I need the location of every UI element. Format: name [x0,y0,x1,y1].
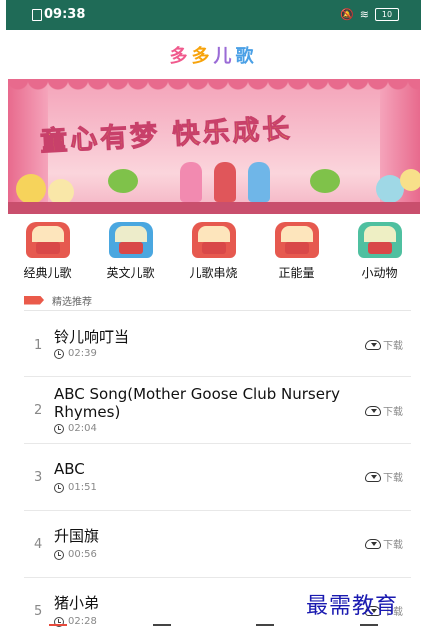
category-icon [274,222,319,258]
song-duration: 00:56 [54,549,97,560]
divider [24,310,411,311]
category-icon [357,222,402,258]
app-screen: 09:38 🔕 ≋ 10 多多儿歌 童心有梦 快乐成长 经典儿歌 英文儿歌 儿歌… [6,0,421,633]
app-title-char-4: 歌 [235,46,258,67]
section-title: 精选推荐 [52,296,92,308]
cloud-download-icon [365,405,381,416]
app-title-char-3: 儿 [213,46,236,67]
song-duration: 02:04 [54,423,97,434]
balloon-icon [400,169,420,191]
category-english[interactable]: 英文儿歌 [91,222,171,286]
song-list: 1 铃儿响叮当 02:39 下载 2 ABC Song(Mother Goose… [6,312,421,633]
song-duration-text: 02:39 [68,348,97,359]
wifi-icon: ≋ [359,8,369,21]
banner-slogan: 童心有梦 快乐成长 [39,113,294,158]
song-title: 猪小弟 [54,594,100,612]
app-title: 多多儿歌 [170,42,258,68]
song-title: ABC Song(Mother Goose Club Nursery Rhyme… [54,385,340,421]
cloud-download-icon [365,538,381,549]
category-animals[interactable]: 小动物 [340,222,420,286]
song-title: 铃儿响叮当 [54,328,130,346]
nav-list-icon[interactable] [152,624,171,633]
song-title: 升国旗 [54,527,100,545]
song-index: 3 [34,470,43,485]
song-title: ABC [54,460,85,478]
watermark: 最需教育 [306,594,399,619]
song-index: 2 [34,403,43,418]
app-title-char-2: 多 [191,46,214,67]
category-icon [25,222,70,258]
balloon-icon [16,174,46,204]
nav-home-icon[interactable] [48,624,67,633]
song-duration-text: 01:51 [68,482,97,493]
kid-figure [214,162,236,202]
song-duration: 01:51 [54,482,97,493]
song-row[interactable]: 4 升国旗 00:56 下载 [24,511,411,578]
clock-icon [54,348,64,359]
cloud-download-icon [365,471,381,482]
category-label: 小动物 [361,266,398,280]
song-index: 1 [34,338,43,353]
song-index: 5 [34,604,43,619]
kid-figure [180,162,202,202]
app-header: 多多儿歌 [6,30,421,78]
clock-icon [54,549,64,560]
song-duration-text: 00:56 [68,549,97,560]
tree-icon [310,169,340,193]
tree-icon [108,169,138,193]
category-classic[interactable]: 经典儿歌 [8,222,88,286]
mute-icon: 🔕 [340,8,354,21]
download-label: 下载 [383,540,403,551]
nav-profile-icon[interactable] [360,624,379,633]
app-title-char-1: 多 [169,46,192,67]
category-bar: 经典儿歌 英文儿歌 儿歌串烧 正能量 小动物 [6,222,421,286]
category-medley[interactable]: 儿歌串烧 [174,222,254,286]
cloud-download-icon [365,339,381,350]
promo-banner[interactable]: 童心有梦 快乐成长 [8,79,420,214]
song-duration-text: 02:04 [68,423,97,434]
battery-icon: 10 [375,8,399,21]
clock-icon [54,482,64,493]
download-button[interactable]: 下载 [365,403,403,418]
category-positive-energy[interactable]: 正能量 [257,222,337,286]
status-indicators: 🔕 ≋ 10 [340,8,399,21]
category-icon [108,222,153,258]
song-row[interactable]: 2 ABC Song(Mother Goose Club Nursery Rhy… [24,377,411,444]
category-label: 正能量 [278,266,315,280]
notification-icon [32,9,42,21]
category-label: 儿歌串烧 [189,266,238,280]
bottom-nav [6,624,421,633]
download-label: 下载 [383,341,403,352]
song-index: 4 [34,537,43,552]
clock-icon [54,423,64,434]
stage-floor [8,202,420,214]
status-time: 09:38 [44,7,86,22]
featured-section-header: 精选推荐 [24,292,92,308]
song-duration: 02:39 [54,348,97,359]
category-label: 英文儿歌 [106,266,155,280]
song-row[interactable]: 3 ABC 01:51 下载 [24,444,411,511]
download-button[interactable]: 下载 [365,536,403,551]
download-button[interactable]: 下载 [365,337,403,352]
section-flag-icon [24,295,44,305]
kid-figure [248,162,270,202]
song-row[interactable]: 1 铃儿响叮当 02:39 下载 [24,312,411,377]
download-label: 下载 [383,473,403,484]
curtain-valance [8,79,420,95]
category-icon [191,222,236,258]
status-bar: 09:38 🔕 ≋ 10 [6,0,421,30]
nav-discover-icon[interactable] [256,624,275,633]
download-label: 下载 [383,407,403,418]
category-label: 经典儿歌 [23,266,72,280]
download-button[interactable]: 下载 [365,469,403,484]
